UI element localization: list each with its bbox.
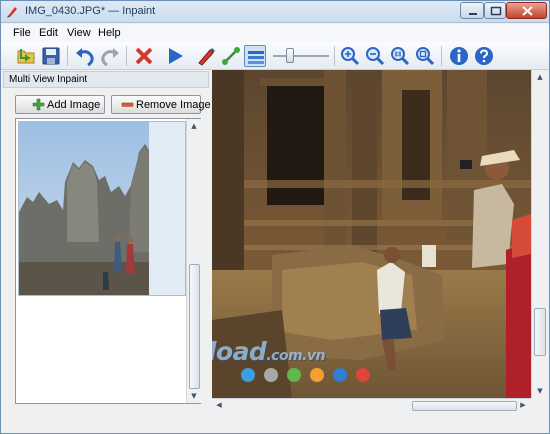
watermark-dot — [287, 368, 301, 382]
watermark-brand: Download — [212, 337, 267, 366]
plus-icon — [32, 98, 45, 111]
watermark-dot — [241, 368, 255, 382]
canvas-scroll-down-icon[interactable]: ▼ — [534, 385, 546, 397]
zoom-fit-icon[interactable] — [414, 45, 436, 67]
minus-icon — [121, 98, 134, 111]
maximize-button[interactable] — [484, 2, 506, 19]
menu-file[interactable]: File — [13, 27, 31, 39]
minimize-button[interactable] — [460, 2, 484, 19]
image-list-scrollbar[interactable]: ▲ ▼ — [186, 119, 201, 403]
panel-title: Multi View Inpaint — [9, 74, 88, 85]
canvas-vertical-scrollbar[interactable]: ▲ ▼ — [531, 70, 547, 398]
help-icon[interactable] — [473, 45, 495, 67]
title-bar: IMG_0430.JPG* — Inpaint — [1, 1, 549, 23]
watermark: Download.com.vn — [212, 337, 371, 387]
watermark-dot — [333, 368, 347, 382]
remove-image-label: Remove Image — [136, 99, 211, 111]
canvas-horizontal-scrollbar[interactable]: ◀ ▶ — [212, 398, 531, 412]
brush-size-slider[interactable] — [286, 48, 294, 63]
line-icon[interactable] — [220, 45, 242, 67]
stack-icon[interactable] — [244, 45, 266, 67]
menu-bar: File Edit View Help — [1, 24, 549, 42]
toolbar — [1, 42, 549, 70]
canvas-vertical-scroll-thumb[interactable] — [534, 308, 546, 356]
zoom-in-icon[interactable] — [339, 45, 361, 67]
canvas-scroll-right-icon[interactable]: ▶ — [517, 399, 529, 411]
window-title: IMG_0430.JPG* — Inpaint — [25, 5, 156, 17]
canvas-scroll-up-icon[interactable]: ▲ — [534, 71, 546, 83]
redo-icon[interactable] — [99, 45, 121, 67]
thumbnail-image[interactable] — [18, 121, 186, 296]
save-icon[interactable] — [40, 45, 62, 67]
app-icon — [6, 5, 19, 18]
menu-help[interactable]: Help — [98, 27, 121, 39]
image-canvas[interactable]: Download.com.vn — [212, 70, 531, 398]
menu-edit[interactable]: Edit — [39, 27, 58, 39]
add-image-label: Add Image — [47, 99, 101, 111]
cancel-icon[interactable] — [133, 45, 155, 67]
watermark-suffix: .com.vn — [266, 348, 326, 364]
scroll-down-icon[interactable]: ▼ — [188, 390, 200, 402]
canvas-horizontal-scroll-thumb[interactable] — [412, 401, 517, 411]
scroll-up-icon[interactable]: ▲ — [188, 120, 200, 132]
add-image-button[interactable]: Add Image — [15, 95, 105, 114]
close-button[interactable] — [506, 2, 547, 19]
run-icon[interactable] — [164, 45, 186, 67]
watermark-dot — [264, 368, 278, 382]
image-list: ▲ ▼ — [15, 118, 201, 404]
undo-icon[interactable] — [74, 45, 96, 67]
zoom-out-icon[interactable] — [364, 45, 386, 67]
zoom-actual-icon[interactable] — [389, 45, 411, 67]
canvas-scroll-left-icon[interactable]: ◀ — [213, 399, 225, 411]
info-icon[interactable] — [448, 45, 470, 67]
brush-size-track — [273, 55, 329, 57]
image-list-scroll-thumb[interactable] — [189, 264, 200, 389]
watermark-text: Download.com.vn — [212, 337, 326, 366]
marker-icon[interactable] — [195, 45, 217, 67]
app-window: IMG_0430.JPG* — Inpaint File Edit View H… — [0, 0, 550, 434]
watermark-dot — [310, 368, 324, 382]
open-icon[interactable] — [15, 45, 37, 67]
remove-image-button[interactable]: Remove Image — [111, 95, 211, 114]
panel-header: Multi View Inpaint — [3, 71, 209, 88]
menu-view[interactable]: View — [67, 27, 91, 39]
watermark-dot — [356, 368, 370, 382]
